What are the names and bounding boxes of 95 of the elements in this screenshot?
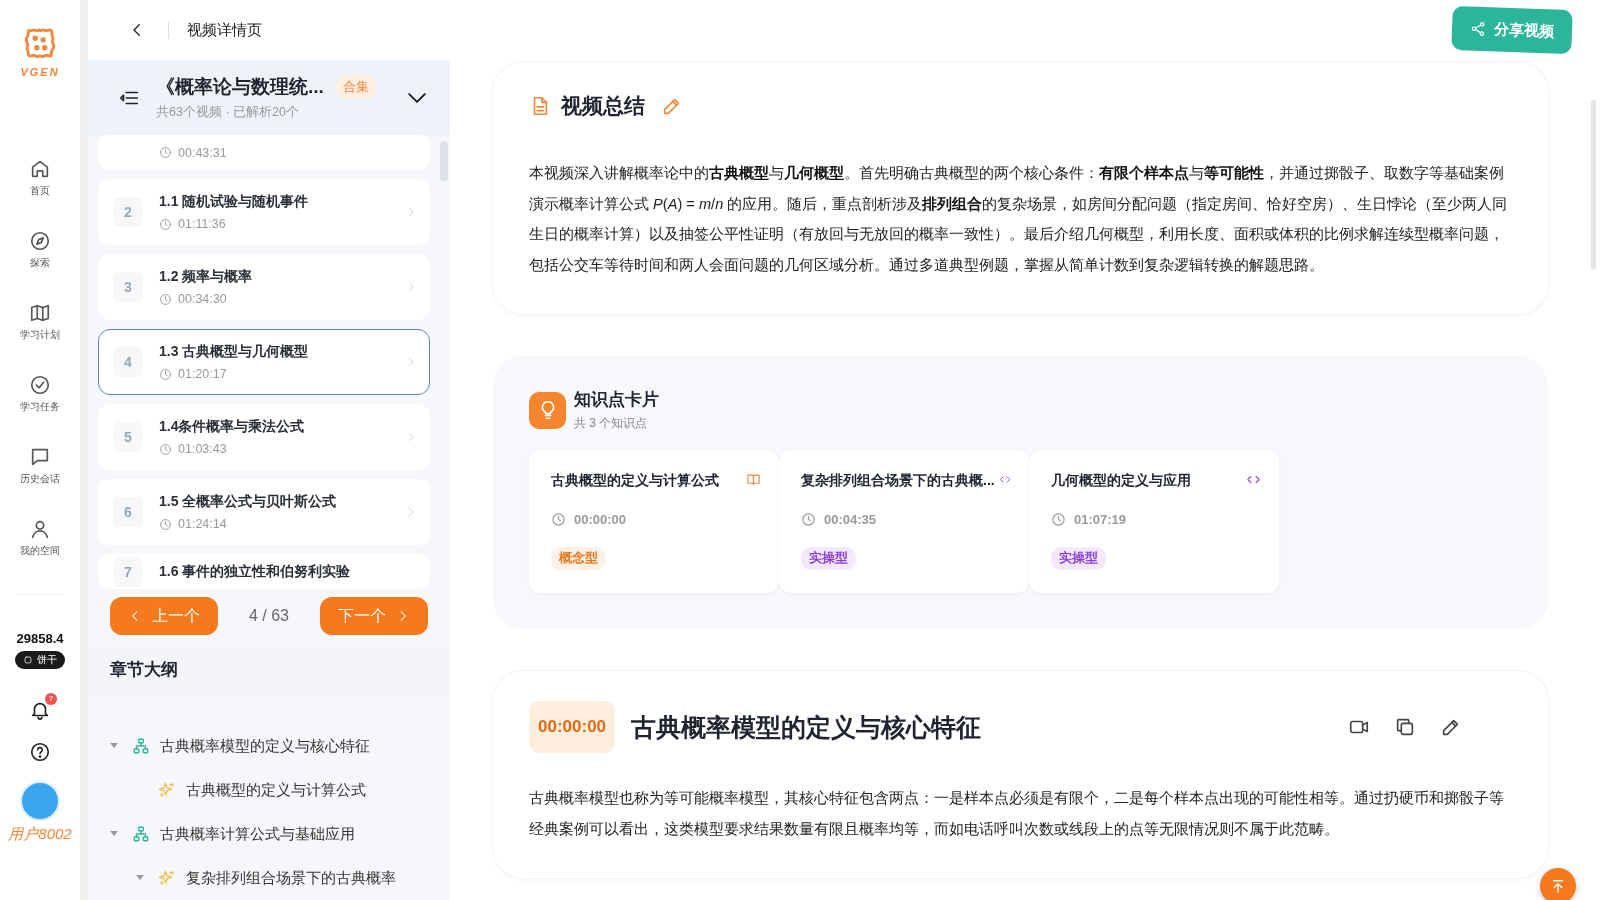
video-duration: 01:11:36 [178,217,226,232]
video-number: 5 [113,422,143,453]
video-item[interactable]: 4 1.3 古典概型与几何概型 01:20:17 [98,329,430,396]
video-number: 7 [113,556,143,587]
card-title: 复杂排列组合场景下的古典概... [801,472,995,490]
card-title: 几何概型的定义与应用 [1051,472,1191,490]
user-name: 用户8002 [8,825,72,844]
page-title: 视频详情页 [187,20,262,40]
section-title: 古典概率模型的定义与核心特征 [631,711,983,743]
logo-text: VGEN [20,66,60,78]
compass-icon [29,230,51,252]
avatar[interactable] [20,781,60,821]
nav-item[interactable]: 历史会话 [20,446,60,486]
clock-icon [159,517,172,531]
video-duration: 01:03:43 [178,442,227,457]
share-icon [1469,20,1487,38]
clock-icon [159,146,172,160]
map-icon [29,302,51,324]
points-balance: 29858.4 [16,631,64,646]
nav-item[interactable]: 学习计划 [20,302,60,342]
caret-icon[interactable] [110,742,118,750]
video-title: 1.4条件概率与乘法公式 [159,418,306,437]
copy-icon [1394,716,1416,738]
video-number: 6 [113,497,143,528]
nav-item[interactable]: 探索 [29,230,51,270]
clock-icon [801,512,816,527]
copy-button[interactable] [1394,716,1416,738]
chip-icon [23,655,33,665]
video-number: 3 [113,272,143,303]
knowledge-card[interactable]: 古典概型的定义与计算公式 00:00:00 概念型 [529,450,779,593]
video-item[interactable]: 5 1.4条件概率与乘法公式 01:03:43 [98,404,430,471]
help-icon[interactable] [29,741,51,763]
video-item[interactable]: 3 1.2 频率与概率 00:34:30 [98,254,430,321]
card-time: 00:00:00 [574,512,627,527]
video-title: 1.5 全概率公式与贝叶斯公式 [159,493,338,512]
outline-item[interactable]: 古典概率模型的定义与核心特征 [160,736,370,756]
card-time: 01:07:19 [1074,512,1127,527]
clock-icon [159,217,172,231]
video-item[interactable]: 6 1.5 全概率公式与贝叶斯公式 01:24:14 [98,479,430,546]
type-tag: 概念型 [551,547,606,570]
clock-icon [159,442,172,456]
sparkle-icon [158,869,176,887]
knowledge-count: 共 3 个知识点 [574,415,649,432]
video-item[interactable]: 2 1.1 随机试验与随机事件 01:11:36 [98,179,430,246]
caret-icon[interactable] [136,874,144,882]
sparkle-icon [158,781,176,799]
summary-title: 视频总结 [561,93,645,119]
video-duration: 00:34:30 [178,292,227,307]
nav-item[interactable]: 我的空间 [20,518,60,558]
check-circle-icon [29,374,51,396]
scrollbar[interactable] [1591,100,1596,270]
summary-text: 本视频深入讲解概率论中的古典概型与几何概型。首先明确古典概型的两个核心条件：有限个样本点与等可能性，并通过掷骰子、取数字等基础案例演示概率计算公式 P(A) = m/n 的应用。随后，重点剖析涉及排列组合的复杂场景，如房间分配问题（指定房间、恰好空房）、生日悖论（至少两人同生日的概率计算）以及抽签公平性证明（有放回与无放回的概率一致性）。最后介绍几何概型，利用长度、面积或体积的比例求解连续型概率问题，包括公交车等待时间和两人会面问题的几何区域分析。通过多道典型例题，掌握从简单计数到复杂逻辑转换的解题思路。 [529,164,1509,275]
type-tag: 实操型 [1051,547,1106,570]
scroll-top-button[interactable] [1540,868,1576,900]
type-tag: 实操型 [801,547,856,570]
card-title: 古典概型的定义与计算公式 [551,472,719,490]
video-duration: 01:20:17 [178,367,227,382]
clock-icon [1051,512,1066,527]
playlist-meta: 共63个视频 · 已解析20个 [156,104,300,122]
page-position: 4 / 63 [249,607,289,626]
knowledge-card[interactable]: 几何概型的定义与应用 01:07:19 实操型 [1029,450,1279,593]
home-icon [29,158,51,180]
expand-button[interactable] [408,92,426,103]
book-icon [746,472,761,487]
outline-item[interactable]: 古典概率计算公式与基础应用 [160,824,355,844]
video-title: 1.3 古典概型与几何概型 [159,343,310,362]
hierarchy-icon [132,825,150,843]
knowledge-title: 知识点卡片 [574,389,659,411]
video-duration: 00:43:31 [178,145,227,160]
video-number: 2 [113,197,143,228]
video-title: 1.6 事件的独立性和伯努利实验 [159,562,352,581]
caret-icon[interactable] [110,830,118,838]
video-duration: 01:24:14 [178,517,227,532]
chevron-down-icon [408,92,426,103]
video-number: 4 [113,347,143,378]
outline-item[interactable]: 古典概型的定义与计算公式 [186,780,366,800]
video-title: 1.2 频率与概率 [159,268,254,287]
hierarchy-icon [132,737,150,755]
clock-icon [159,367,172,381]
currency-badge: 饼干 [15,651,65,669]
nav-item[interactable]: 首页 [29,158,51,198]
card-time: 00:04:35 [824,512,877,527]
clock-icon [159,292,172,306]
section-text: 古典概率模型也称为等可能概率模型，其核心特征包含两点：一是样本点必须是有限个，二是每个样本点出现的可能性相等。通过扔硬币和掷骰子等经典案例可以看出，这类模型要求结果数量有限且概率均等，而如电话呼叫次数或线段上的点等无限情况则不属于此范畴。 [529,789,1505,839]
playlist-title: 《概率论与数理统... [156,75,324,100]
notification-badge: 7 [45,693,57,705]
user-icon [29,518,51,540]
chat-icon [29,446,51,468]
knowledge-card[interactable]: 复杂排列组合场景下的古典概... 00:04:35 实操型 [779,450,1029,593]
video-title: 1.1 随机试验与随机事件 [159,193,310,212]
nav-item[interactable]: 学习任务 [20,374,60,414]
clock-icon [551,512,566,527]
collection-badge: 合集 [335,75,376,100]
video-item[interactable]: 7 1.6 事件的独立性和伯努利实验 [98,554,430,590]
outline-item[interactable]: 复杂排列组合场景下的古典概率 [186,868,396,888]
